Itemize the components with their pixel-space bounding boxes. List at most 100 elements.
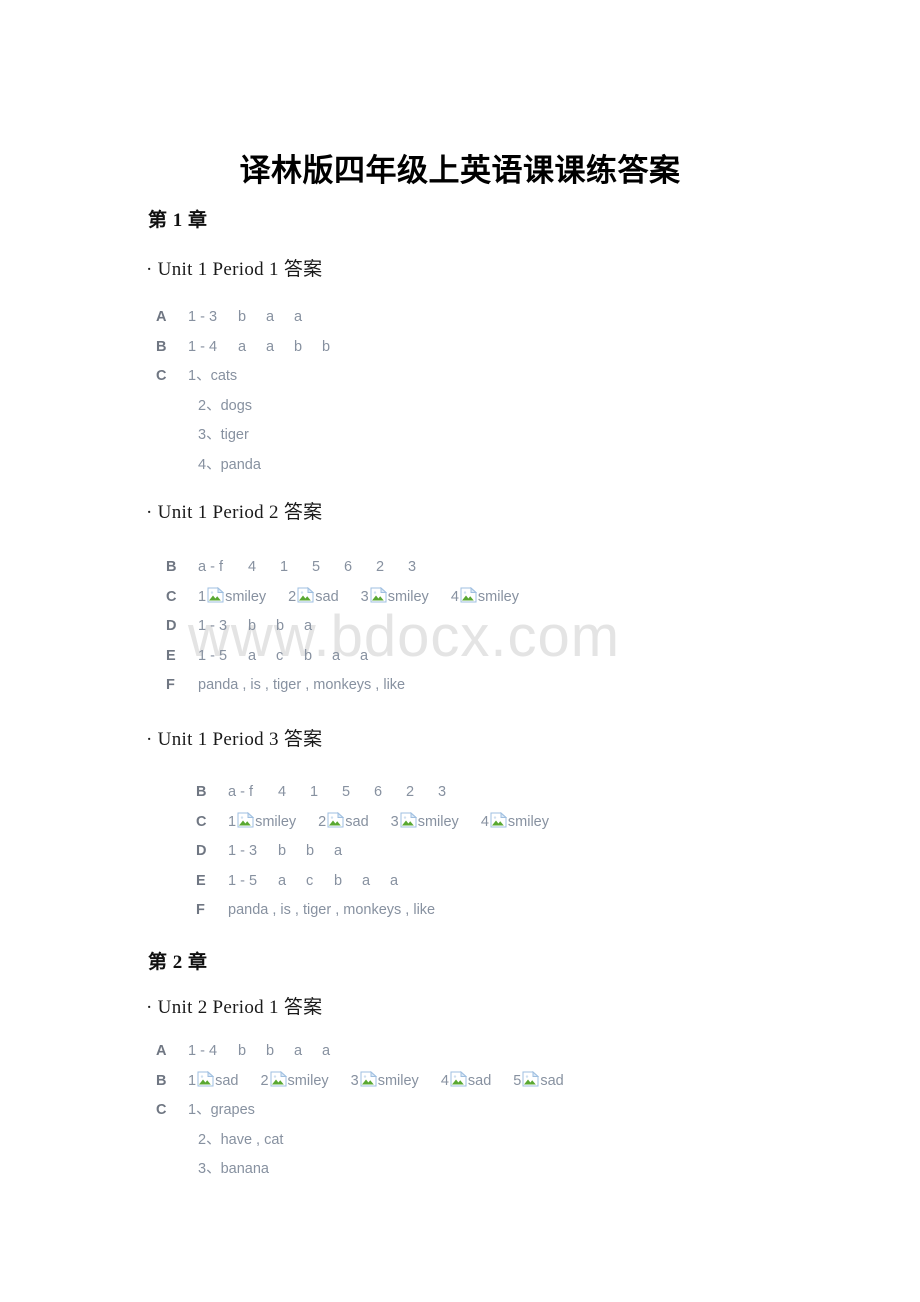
answer-block-unit1-period1: A 1 - 3 b a a B 1 - 4 a a b b C 1、cats 2… (156, 303, 350, 480)
answer-option: b (276, 618, 285, 634)
answer-option: 1 (310, 784, 319, 800)
image-alt-text: smiley (225, 588, 267, 605)
answer-text: panda , is , tiger , monkeys , like (228, 902, 436, 918)
image-index: 2 (288, 588, 297, 605)
image-answer-item: 2 smiley (260, 1067, 329, 1097)
answer-row: 2、dogs (156, 392, 350, 422)
answer-option: b (248, 618, 257, 634)
image-alt-text: smiley (377, 1072, 419, 1089)
answer-option: a (238, 338, 247, 355)
answer-list-item: 1、grapes (188, 1102, 255, 1118)
answer-row: 4、panda (156, 451, 350, 481)
answer-label: C (156, 368, 167, 384)
answer-body: 1 - 3 b b a (228, 837, 362, 867)
answer-option: 4 (278, 784, 287, 800)
document-page: www.bdocx.com 译林版四年级上英语课课练答案 第 1 章 · Uni… (0, 0, 920, 1302)
image-answer-item: 3 smiley (351, 1067, 419, 1097)
answer-list-item: 3、banana (198, 1161, 269, 1177)
answer-row: B a - f 4 1 5 6 2 3 (166, 553, 519, 583)
answer-row: D 1 - 3 b b a (196, 837, 549, 867)
answer-row: C 1、grapes (156, 1096, 564, 1126)
broken-image-icon (522, 1071, 540, 1087)
answer-option: a (278, 872, 287, 889)
answer-option: b (278, 843, 287, 859)
answer-body: 1 smiley 2 sad 3 smiley 4 smiley (228, 808, 549, 838)
answer-option: c (306, 872, 314, 889)
answer-label: F (166, 677, 175, 693)
answer-body: 1 - 3 b b a (198, 612, 332, 642)
image-index: 4 (480, 813, 489, 830)
section-heading-unit1-period1: · Unit 1 Period 1 答案 (146, 259, 323, 280)
answer-label: E (196, 872, 206, 889)
broken-image-icon (490, 812, 507, 828)
image-answer-item: 2 sad (288, 583, 339, 613)
image-answer-item: 4 smiley (451, 583, 519, 613)
answer-row: A 1 - 3 b a a (156, 303, 350, 333)
broken-image-icon (460, 587, 477, 603)
image-alt-text: smiley (255, 813, 297, 830)
image-alt-text: sad (215, 1072, 239, 1089)
answer-body: 1 - 5 a c b a a (228, 867, 418, 897)
image-answer-item: 1 smiley (228, 808, 296, 838)
answer-row: 3、banana (156, 1155, 564, 1185)
document-title: 译林版四年级上英语课课练答案 (239, 153, 681, 188)
answer-label: C (156, 1102, 167, 1118)
answer-body: a - f 4 1 5 6 2 3 (198, 553, 440, 583)
answer-body: a - f 4 1 5 6 2 3 (228, 778, 470, 808)
answer-row: C 1 smiley 2 sad 3 smiley 4 smiley (196, 808, 549, 838)
broken-image-icon (450, 1071, 467, 1087)
answer-range: 1 - 3 (198, 618, 228, 634)
image-index: 3 (390, 813, 399, 830)
image-index: 1 (198, 588, 207, 605)
answer-text: panda , is , tiger , monkeys , like (198, 677, 406, 693)
answer-label: E (166, 647, 176, 664)
answer-option: b (334, 872, 343, 889)
answer-list-item: 1、cats (188, 368, 238, 384)
broken-image-icon (400, 812, 417, 828)
section-heading-unit1-period2: · Unit 1 Period 2 答案 (146, 502, 323, 523)
answer-label: C (196, 813, 207, 830)
image-answer-item: 3 smiley (391, 808, 459, 838)
answer-option: a (304, 618, 313, 634)
image-alt-text: sad (315, 588, 339, 605)
answer-option: a (362, 872, 371, 889)
answer-row: 3、tiger (156, 421, 350, 451)
answer-range: 1 - 3 (228, 843, 258, 859)
answer-list-item: 2、have , cat (198, 1131, 284, 1148)
answer-option: b (306, 843, 315, 859)
answer-row: C 1、cats (156, 362, 350, 392)
answer-list-item: 3、tiger (198, 427, 249, 443)
answer-option: 3 (408, 559, 417, 575)
answer-row: 2、have , cat (156, 1126, 564, 1156)
answer-block-unit2-period1: A 1 - 4 b b a a B 1 sad 2 smiley 3 smile… (156, 1037, 564, 1185)
answer-row: E 1 - 5 a c b a a (166, 642, 519, 672)
image-index: 2 (318, 813, 327, 830)
image-alt-text: sad (345, 813, 369, 830)
answer-body: 1 sad 2 smiley 3 smiley 4 sad 5 sad (188, 1067, 564, 1097)
answer-range: 1 - 5 (228, 872, 258, 889)
broken-image-icon (197, 1071, 215, 1087)
image-index: 3 (350, 1072, 359, 1089)
answer-option: a (332, 647, 341, 664)
image-index: 3 (360, 588, 369, 605)
answer-label: B (156, 1072, 167, 1089)
broken-image-icon (270, 1071, 287, 1087)
answer-range: 1 - 3 (188, 309, 218, 325)
answer-option: a (294, 309, 303, 325)
answer-label: B (196, 784, 207, 800)
answer-option: b (238, 1043, 247, 1059)
answer-option: b (294, 338, 303, 355)
image-answer-item: 1 smiley (198, 583, 266, 613)
answer-range: a - f (228, 784, 253, 800)
answer-row: A 1 - 4 b b a a (156, 1037, 564, 1067)
answer-row: B 1 sad 2 smiley 3 smiley 4 sad 5 sad (156, 1067, 564, 1097)
answer-option: 5 (312, 559, 321, 575)
answer-option: b (322, 338, 331, 355)
image-index: 5 (513, 1072, 522, 1089)
answer-range: 1 - 4 (188, 1043, 218, 1059)
chapter-heading-2: 第 2 章 (148, 952, 208, 973)
answer-list-item: 2、dogs (198, 397, 253, 414)
answer-option: 2 (406, 784, 415, 800)
image-answer-item: 3 smiley (361, 583, 429, 613)
answer-block-unit1-period2: B a - f 4 1 5 6 2 3 C 1 smiley 2 sad 3 s… (166, 553, 519, 701)
